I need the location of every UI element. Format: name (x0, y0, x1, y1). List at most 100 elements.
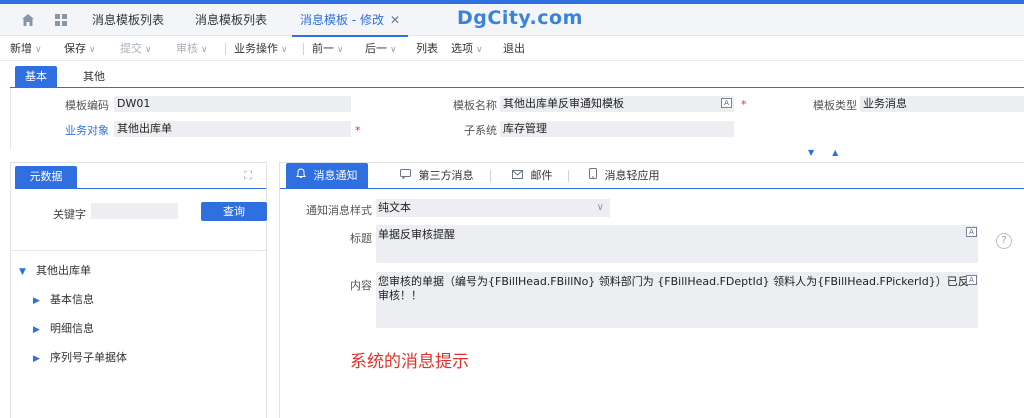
template-type-field[interactable]: 业务消息 (860, 96, 1024, 112)
phone-icon (589, 168, 601, 182)
collapsed-triangle-icon[interactable]: ▶ (33, 296, 42, 306)
audit-label: 审核 (176, 42, 198, 55)
multilang-icon[interactable]: A (966, 275, 977, 285)
content-label: 内容 (350, 279, 372, 292)
business-ops-button[interactable]: 业务操作 ∨ (234, 37, 288, 61)
chevron-down-icon[interactable]: ∨ (201, 45, 208, 55)
content-textarea[interactable]: 您审核的单据（编号为{FBillHead.FBillNo} 领料部门为 {FBi… (376, 272, 978, 328)
chat-icon (400, 169, 415, 182)
tab-label: 消息模板列表 (195, 13, 268, 27)
tab-third-party-message[interactable]: 第三方消息 (400, 163, 474, 188)
help-icon[interactable]: ? (996, 233, 1012, 249)
notify-style-select[interactable]: 纯文本 ∨ (376, 199, 610, 217)
collapse-toggle-icon[interactable]: ▼▲ (808, 148, 856, 157)
tab-message-template-edit[interactable]: 消息模板 - 修改 ✕ (291, 4, 409, 37)
tree-node-serial-subentity[interactable]: ▶ 序列号子单据体 (33, 349, 127, 365)
subsystem-field[interactable]: 库存管理 (500, 121, 734, 137)
next-label: 后一 (365, 42, 387, 55)
metadata-tab-underline (15, 188, 266, 189)
tab-label: 消息轻应用 (604, 169, 660, 182)
tree-node-detail-info[interactable]: ▶ 明细信息 (33, 320, 94, 336)
chevron-down-icon[interactable]: ∨ (337, 45, 344, 55)
tree-node-label: 基本信息 (50, 293, 94, 306)
mail-icon (512, 169, 527, 182)
multilang-icon[interactable]: A (721, 98, 732, 108)
notify-style-label: 通知消息样式 (306, 204, 372, 217)
tree-node-label: 序列号子单据体 (50, 351, 127, 364)
chevron-down-icon[interactable]: ∨ (597, 199, 604, 217)
template-name-field[interactable]: 其他出库单反审通知模板 (500, 96, 734, 112)
chevron-down-icon[interactable]: ∨ (281, 45, 288, 55)
template-code-field[interactable]: DW01 (114, 96, 351, 112)
tab-message-light-app[interactable]: 消息轻应用 (589, 163, 660, 188)
toolbar: 新增 ∨ 保存 ∨ 提交 ∨ 审核 ∨ 业务操作 ∨ 前一 ∨ 后一 ∨ 列表 选项 ∨ 退出 (0, 37, 1024, 61)
save-button[interactable]: 保存 ∨ (64, 37, 96, 61)
tree-node-other-outbound[interactable]: ▼ 其他出库单 (19, 262, 91, 278)
exit-label: 退出 (503, 42, 525, 55)
tab-message-notify[interactable]: 消息通知 (286, 163, 368, 188)
expanded-triangle-icon[interactable]: ▼ (19, 267, 28, 277)
annotation-note: 系统的消息提示 (350, 352, 469, 372)
subsystem-label: 子系统 (464, 124, 497, 137)
tab-label: 第三方消息 (418, 169, 474, 182)
collapsed-triangle-icon[interactable]: ▶ (33, 325, 42, 335)
tab-label: 消息模板列表 (92, 13, 165, 27)
tree-node-basic-info[interactable]: ▶ 基本信息 (33, 291, 94, 307)
collapsed-triangle-icon[interactable]: ▶ (33, 354, 42, 364)
template-code-label: 模板编码 (65, 99, 109, 112)
close-icon[interactable]: ✕ (390, 13, 400, 27)
tab-metadata[interactable]: 元数据 (15, 166, 77, 188)
toolbar-divider (225, 43, 226, 55)
business-object-label[interactable]: 业务对象 (43, 122, 109, 138)
prev-label: 前一 (312, 42, 334, 55)
prev-button[interactable]: 前一 ∨ (312, 37, 344, 61)
toolbar-divider (303, 43, 304, 55)
watermark: DgCity.com (457, 7, 583, 29)
audit-button[interactable]: 审核 ∨ (176, 37, 208, 61)
chevron-down-icon[interactable]: ∨ (390, 45, 397, 55)
multilang-icon[interactable]: A (966, 227, 977, 237)
keyword-input[interactable] (91, 203, 178, 219)
submit-button[interactable]: 提交 ∨ (120, 37, 152, 61)
new-button[interactable]: 新增 ∨ (10, 37, 42, 61)
tab-bar: 消息模板列表 消息模板列表 消息模板 - 修改 ✕ DgCity.com (0, 4, 1024, 37)
header-form: 模板编码 DW01 模板名称 其他出库单反审通知模板 A * 模板类型 业务消息… (10, 88, 1024, 150)
chevron-down-icon[interactable]: ∨ (35, 45, 42, 55)
business-object-field[interactable]: 其他出库单 (114, 121, 351, 137)
notify-style-value: 纯文本 (378, 201, 411, 214)
query-button[interactable]: 查询 (201, 202, 267, 221)
new-label: 新增 (10, 42, 32, 55)
required-mark: * (741, 98, 747, 111)
options-button[interactable]: 选项 ∨ (451, 37, 483, 61)
title-label: 标题 (350, 232, 372, 245)
business-ops-label: 业务操作 (234, 42, 278, 55)
submit-label: 提交 (120, 42, 142, 55)
metadata-panel: 元数据 ⛶ 关键字 查询 ▼ 其他出库单 ▶ 基本信息 ▶ 明细信息 ▶ 序列号子单据体 (10, 162, 267, 418)
tab-label: 消息通知 (313, 169, 358, 182)
tab-email[interactable]: 邮件 (512, 163, 553, 188)
template-name-label: 模板名称 (453, 99, 497, 112)
tab-label: 邮件 (530, 169, 553, 182)
chevron-down-icon[interactable]: ∨ (476, 45, 483, 55)
panel-divider (11, 250, 266, 251)
tab-label: 消息模板 - 修改 (300, 13, 384, 27)
form-subtabs: 基本 其他 (0, 62, 1024, 88)
tab-other[interactable]: 其他 (73, 66, 115, 88)
save-label: 保存 (64, 42, 86, 55)
next-button[interactable]: 后一 ∨ (365, 37, 397, 61)
tab-message-template-list-2[interactable]: 消息模板列表 (195, 4, 267, 36)
list-button[interactable]: 列表 (416, 37, 438, 61)
exit-button[interactable]: 退出 (503, 37, 525, 61)
message-config-panel: 消息通知 第三方消息 邮件 消息轻应用 通知消息样式 纯文本 ∨ 标题 单据反审核… (279, 162, 1024, 418)
home-icon[interactable] (20, 13, 36, 29)
expand-icon[interactable]: ⛶ (244, 169, 252, 183)
grid-menu-icon[interactable] (53, 13, 69, 29)
tree-node-label: 其他出库单 (36, 264, 91, 277)
title-textarea[interactable]: 单据反审核提醒 (376, 225, 978, 263)
tab-basic[interactable]: 基本 (15, 66, 57, 88)
bell-icon (296, 168, 310, 182)
chevron-down-icon[interactable]: ∨ (145, 45, 152, 55)
keyword-label: 关键字 (53, 208, 86, 221)
tab-message-template-list-1[interactable]: 消息模板列表 (92, 4, 164, 36)
chevron-down-icon[interactable]: ∨ (89, 45, 96, 55)
